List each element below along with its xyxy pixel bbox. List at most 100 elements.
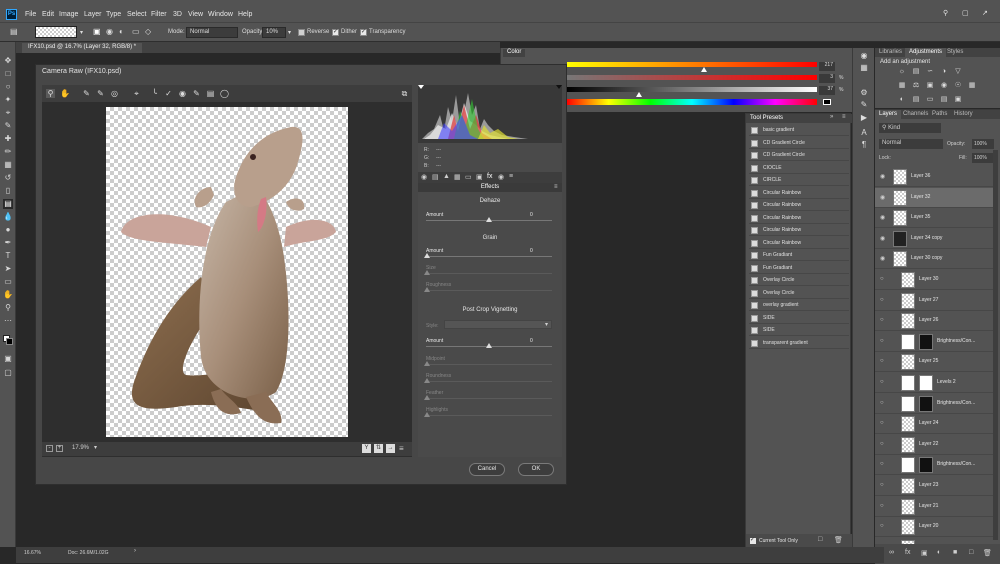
hue-saturation-icon[interactable]: ▦ xyxy=(897,81,907,91)
curves-icon[interactable]: ∽ xyxy=(925,67,935,77)
tab-paths[interactable]: Paths xyxy=(928,110,951,119)
midpoint-slider[interactable] xyxy=(426,364,552,365)
visibility-eye-icon[interactable]: ○ xyxy=(880,358,884,364)
workspace-icon[interactable]: ▢ xyxy=(962,9,969,17)
screen-mode-icon[interactable]: ▢ xyxy=(3,368,13,378)
mode-select[interactable]: Normal xyxy=(186,27,238,38)
color-value-3[interactable]: 37 xyxy=(819,86,835,95)
selective-color-icon[interactable]: ▣ xyxy=(953,95,963,105)
layer-row[interactable]: ○ Layer 23 xyxy=(875,476,993,496)
visibility-eye-icon[interactable]: ○ xyxy=(880,461,884,467)
visibility-eye-icon[interactable]: ○ xyxy=(880,400,884,406)
grain-size-slider[interactable] xyxy=(426,273,552,274)
new-layer-icon[interactable]: □ xyxy=(969,549,973,556)
gradient-tool-icon[interactable]: ▤ xyxy=(10,27,18,36)
tab-layers[interactable]: Layers xyxy=(875,110,902,119)
vignette-style-select[interactable]: ▾ xyxy=(444,320,552,329)
diamond-gradient-icon[interactable]: ◇ xyxy=(145,27,151,36)
vibrance-icon[interactable]: ▽ xyxy=(953,67,963,77)
menu-image[interactable]: Image xyxy=(59,11,78,18)
fullscreen-icon[interactable]: ⧉ xyxy=(400,89,409,98)
color-sampler-icon[interactable]: ✎ xyxy=(96,89,105,98)
new-preset-icon[interactable]: □ xyxy=(818,536,822,543)
filter-kind-select[interactable]: ⚲ Kind xyxy=(879,123,941,133)
fx-icon[interactable]: fx xyxy=(905,549,910,556)
presets-tab-icon[interactable]: ≡ xyxy=(509,173,513,180)
blur-tool-icon[interactable]: 💧 xyxy=(3,212,13,222)
angle-gradient-icon[interactable]: ◐ xyxy=(119,27,124,36)
visibility-eye-icon[interactable]: ○ xyxy=(880,317,884,323)
panel-menu-icon[interactable]: ≡ xyxy=(842,114,846,120)
lens-tab-icon[interactable]: ▣ xyxy=(476,173,483,181)
adjustment-brush-icon[interactable]: ✎ xyxy=(192,89,201,98)
menu-select[interactable]: Select xyxy=(127,11,146,18)
preset-item[interactable]: SIDE xyxy=(749,325,849,336)
preferences-icon[interactable]: ≡ xyxy=(399,444,404,453)
preset-item[interactable]: Circular Rainbow xyxy=(749,200,849,211)
swatches-panel-icon[interactable]: ▦ xyxy=(858,63,870,73)
roundness-knob[interactable] xyxy=(424,378,430,383)
exposure-icon[interactable]: ◑ xyxy=(939,67,949,77)
quick-mask-icon[interactable]: ▣ xyxy=(3,354,13,364)
menu-filter[interactable]: Filter xyxy=(151,11,167,18)
layer-row[interactable]: ○ Layer 26 xyxy=(875,311,993,332)
gradient-picker[interactable] xyxy=(35,26,77,38)
preset-item[interactable]: transparent gradient xyxy=(749,338,849,349)
reflected-gradient-icon[interactable]: ▭ xyxy=(132,27,140,36)
highlights-slider[interactable] xyxy=(426,415,552,416)
layer-row[interactable]: ○ Layer 30 xyxy=(875,270,993,290)
menu-view[interactable]: View xyxy=(188,11,203,18)
hand-tool-icon[interactable]: ✋ xyxy=(60,89,70,98)
healing-tool-icon[interactable]: ✚ xyxy=(3,134,13,144)
tool-presets-title[interactable]: Tool Presets xyxy=(750,115,783,121)
layer-row[interactable]: ○ Layer 25 xyxy=(875,352,993,373)
preset-item[interactable]: CIRCLE xyxy=(749,175,849,186)
black-white-icon[interactable]: ▣ xyxy=(925,81,935,91)
color-lookup-icon[interactable]: ▦ xyxy=(967,81,977,91)
preset-item[interactable]: Circular Rainbow xyxy=(749,225,849,236)
reverse-checkbox[interactable] xyxy=(298,29,305,36)
color-panel-title[interactable]: Color xyxy=(503,49,526,57)
graduated-filter-icon[interactable]: ▤ xyxy=(206,89,215,98)
chevron-down-icon[interactable]: ▾ xyxy=(80,29,83,36)
black-swatch[interactable] xyxy=(823,99,831,105)
preset-item[interactable]: SIDE xyxy=(749,313,849,324)
tab-history[interactable]: History xyxy=(950,110,977,119)
grain-amount-value[interactable]: 0 xyxy=(530,248,533,254)
vignette-amount-value[interactable]: 0 xyxy=(530,338,533,344)
zoom-tool-icon[interactable]: ⚲ xyxy=(3,303,13,313)
grain-roughness-slider[interactable] xyxy=(426,290,552,291)
linear-gradient-icon[interactable]: ▣ xyxy=(93,27,101,36)
visibility-eye-icon[interactable]: ○ xyxy=(880,441,884,447)
visibility-eye-icon[interactable]: ◉ xyxy=(880,194,885,201)
opacity-input[interactable]: 10% xyxy=(262,27,286,38)
actions-panel-icon[interactable]: ▶ xyxy=(858,113,870,123)
search-icon[interactable]: ⚲ xyxy=(943,9,948,17)
menu-edit[interactable]: Edit xyxy=(42,11,54,18)
tab-libraries[interactable]: Libraries xyxy=(875,48,906,57)
invert-icon[interactable]: ◐ xyxy=(897,95,907,105)
color-value-1[interactable]: 217 xyxy=(819,62,835,71)
fill-input[interactable]: 100% xyxy=(972,153,994,163)
preset-item[interactable]: CIOCLE xyxy=(749,163,849,174)
grain-size-knob[interactable] xyxy=(424,270,430,275)
red-eye-icon[interactable]: ◉ xyxy=(178,89,187,98)
crop-tool-icon[interactable]: ⌖ xyxy=(3,108,13,118)
layer-row[interactable]: ○ Layer 22 xyxy=(875,435,993,455)
brightness-icon[interactable]: ☼ xyxy=(897,67,907,77)
pen-tool-icon[interactable]: ✒ xyxy=(3,238,13,248)
tone-curve-tab-icon[interactable]: ▤ xyxy=(432,173,439,181)
targeted-adjustment-icon[interactable]: ◎ xyxy=(110,89,119,98)
layer-row[interactable]: ◉ Layer 35 xyxy=(875,208,993,229)
tab-styles[interactable]: Styles xyxy=(943,48,967,57)
brush-tool-icon[interactable]: ✏ xyxy=(3,147,13,157)
posterize-icon[interactable]: ▤ xyxy=(911,95,921,105)
menu-3d[interactable]: 3D xyxy=(173,11,182,18)
chevron-right-icon[interactable]: › xyxy=(134,548,136,554)
menu-layer[interactable]: Layer xyxy=(84,11,102,18)
dehaze-amount-value[interactable]: 0 xyxy=(530,212,533,218)
ok-button[interactable]: OK xyxy=(518,463,554,476)
preset-item[interactable]: Overlay Circle xyxy=(749,275,849,286)
zoom-level[interactable]: 16.67% xyxy=(24,550,41,556)
grain-roughness-knob[interactable] xyxy=(424,287,430,292)
